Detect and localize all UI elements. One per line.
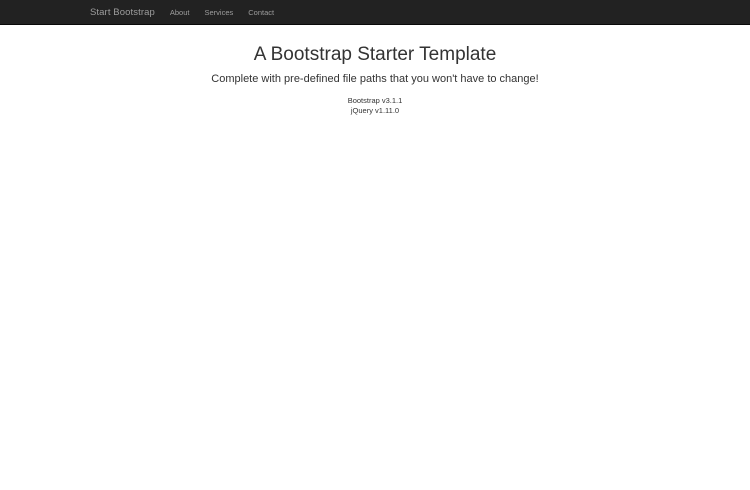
- version-jquery: jQuery v1.11.0: [350, 106, 400, 115]
- page-title: A Bootstrap Starter Template: [253, 44, 497, 65]
- version-list: Bootstrap v3.1.1 jQuery v1.11.0: [0, 96, 750, 116]
- nav-link-about[interactable]: About: [170, 8, 190, 17]
- nav-link-contact[interactable]: Contact: [248, 8, 274, 17]
- top-navbar: Start Bootstrap About Services Contact: [0, 0, 750, 25]
- nav-link-services[interactable]: Services: [204, 8, 233, 17]
- navbar-container: Start Bootstrap About Services Contact: [90, 0, 289, 25]
- page-subtitle: Complete with pre-defined file paths tha…: [211, 73, 539, 85]
- main-content: A Bootstrap Starter Template Complete wi…: [0, 42, 750, 116]
- navbar-brand-link[interactable]: Start Bootstrap: [90, 7, 155, 18]
- version-bootstrap: Bootstrap v3.1.1: [347, 96, 403, 105]
